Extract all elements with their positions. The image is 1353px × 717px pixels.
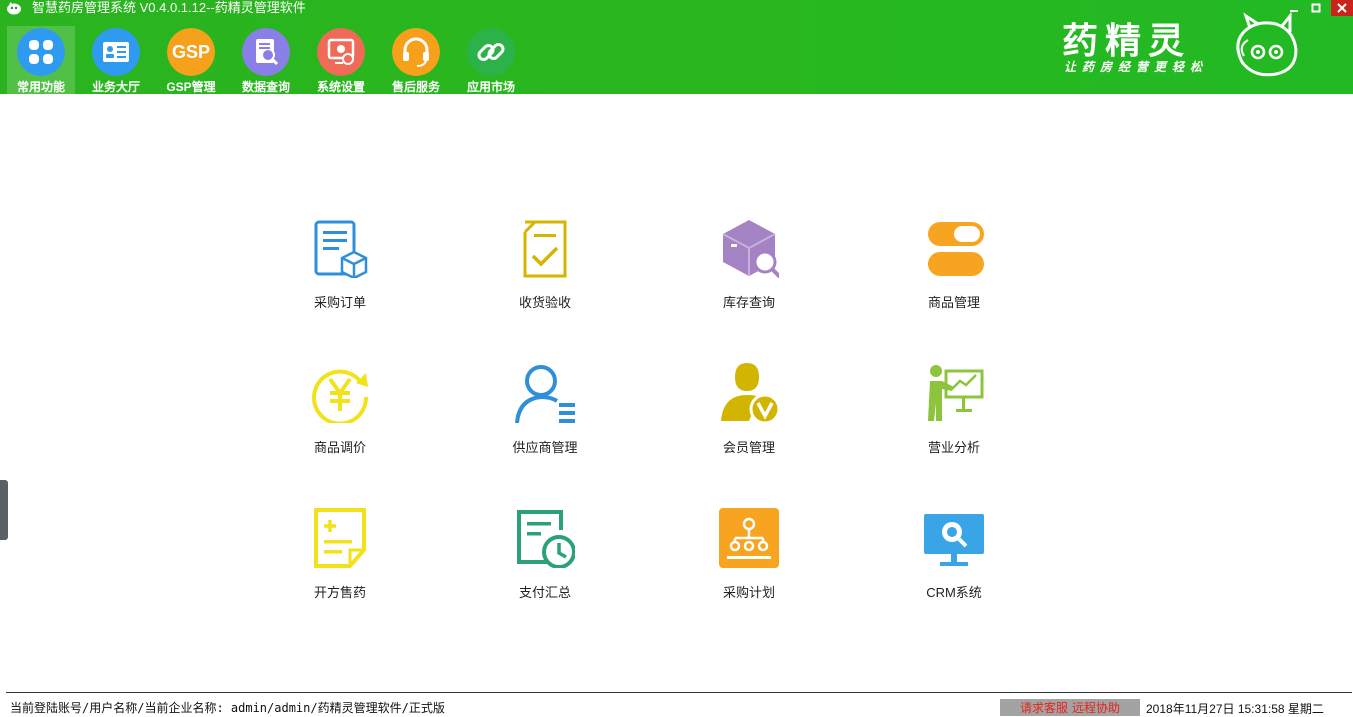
purchase-order-icon <box>314 220 368 278</box>
remote-assist-link[interactable]: 远程协助 <box>1072 699 1120 716</box>
member-icon <box>721 363 779 423</box>
func-label: CRM系统 <box>926 585 982 600</box>
support-box: 请求客服 远程协助 <box>1000 699 1140 716</box>
id-card-icon <box>92 28 140 76</box>
func-label: 商品管理 <box>927 295 980 310</box>
mascot-logo-icon <box>1236 12 1298 77</box>
document-search-icon <box>242 28 290 76</box>
maximize-icon <box>1311 3 1321 13</box>
headset-icon <box>392 28 440 76</box>
business-analysis-icon <box>928 365 984 421</box>
brand-title: 药精灵 <box>1062 20 1192 62</box>
close-icon <box>1337 3 1347 13</box>
app-window: 智慧药房管理系统 V0.4.0.1.12--药精灵管理软件 常用功能 业务大厅 … <box>0 0 1353 717</box>
func-label: 收货验收 <box>518 295 571 310</box>
func-receipt-check[interactable]: 收货验收 <box>485 218 605 318</box>
func-label: 商品调价 <box>313 440 366 455</box>
func-label: 库存查询 <box>722 295 775 310</box>
nav-data-query[interactable]: 数据查询 <box>232 26 300 94</box>
func-crm-system[interactable]: CRM系统 <box>894 508 1014 608</box>
func-label: 采购订单 <box>313 295 366 310</box>
func-purchase-plan[interactable]: 采购计划 <box>689 508 809 608</box>
prescription-icon <box>314 508 366 568</box>
nav-app-market[interactable]: 应用市场 <box>457 26 525 94</box>
nav-system-settings[interactable]: 系统设置 <box>307 26 375 94</box>
func-inventory-search[interactable]: 库存查询 <box>689 218 809 318</box>
status-datetime: 2018年11月27日 15:31:58 星期二 <box>1146 702 1324 716</box>
nav-label: 业务大厅 <box>91 80 140 94</box>
request-support-link[interactable]: 请求客服 <box>1020 699 1068 716</box>
func-business-analysis[interactable]: 营业分析 <box>894 363 1014 463</box>
maximize-button[interactable] <box>1305 0 1327 16</box>
nav-label: 数据查询 <box>241 80 290 94</box>
nav-after-sales[interactable]: 售后服务 <box>382 26 450 94</box>
link-icon <box>467 28 515 76</box>
func-member-management[interactable]: 会员管理 <box>689 363 809 463</box>
nav-business-hall[interactable]: 业务大厅 <box>82 26 150 94</box>
receipt-check-icon <box>523 220 567 278</box>
gsp-icon: GSP <box>167 28 215 76</box>
settings-doc-icon <box>317 28 365 76</box>
payment-summary-icon <box>517 510 575 568</box>
supplier-icon <box>515 365 575 423</box>
func-label: 会员管理 <box>722 440 775 455</box>
svg-text:GSP: GSP <box>172 42 210 62</box>
inventory-search-icon <box>722 220 779 278</box>
crm-icon <box>924 514 984 566</box>
func-label: 供应商管理 <box>512 440 578 455</box>
func-label: 开方售药 <box>313 585 366 600</box>
status-account-info: 当前登陆账号/用户名称/当前企业名称: admin/admin/药精灵管理软件/… <box>10 701 445 715</box>
app-logo-icon <box>7 2 21 15</box>
func-payment-summary[interactable]: 支付汇总 <box>485 508 605 608</box>
func-label: 支付汇总 <box>518 585 571 600</box>
func-product-management[interactable]: 商品管理 <box>894 218 1014 318</box>
capsule-icon <box>928 222 984 276</box>
nav-gsp-management[interactable]: GSP GSP管理 <box>157 26 225 94</box>
close-button[interactable] <box>1331 0 1353 16</box>
price-adjust-icon <box>312 369 369 423</box>
window-title: 智慧药房管理系统 V0.4.0.1.12--药精灵管理软件 <box>32 0 306 15</box>
purchase-plan-icon <box>719 508 779 568</box>
func-purchase-order[interactable]: 采购订单 <box>280 218 400 318</box>
nav-label: GSP管理 <box>166 80 216 94</box>
func-prescription-sales[interactable]: 开方售药 <box>280 508 400 608</box>
nav-label: 常用功能 <box>16 80 65 94</box>
apps-grid-icon <box>17 28 65 76</box>
func-supplier-management[interactable]: 供应商管理 <box>485 363 605 463</box>
func-label: 采购计划 <box>722 585 775 600</box>
status-divider <box>6 692 1352 693</box>
brand-slogan: 让药房经营更轻松 <box>1064 60 1209 74</box>
side-drawer-handle[interactable] <box>0 480 8 540</box>
func-price-adjust[interactable]: 商品调价 <box>280 363 400 463</box>
nav-label: 应用市场 <box>466 80 515 94</box>
top-banner: 智慧药房管理系统 V0.4.0.1.12--药精灵管理软件 常用功能 业务大厅 … <box>0 0 1353 94</box>
nav-label: 售后服务 <box>391 80 440 94</box>
func-label: 营业分析 <box>927 440 980 455</box>
nav-label: 系统设置 <box>316 80 365 94</box>
nav-common-functions[interactable]: 常用功能 <box>7 26 75 94</box>
